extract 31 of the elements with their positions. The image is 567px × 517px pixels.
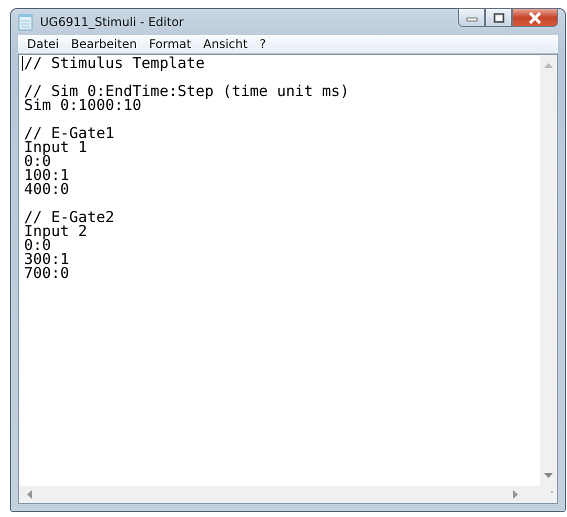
notepad-icon (18, 13, 34, 31)
menu-item[interactable]: Ansicht (198, 37, 253, 51)
text-line: // Stimulus Template (24, 56, 205, 70)
text-line: Sim 0:1000:10 (24, 98, 142, 112)
maximize-button[interactable] (485, 8, 512, 27)
menu-item[interactable]: Format (144, 37, 196, 51)
maximize-icon (492, 12, 504, 22)
vertical-scrollbar[interactable] (540, 55, 557, 486)
text-line: Input 2 (24, 224, 88, 238)
text-line: 100:1 (24, 168, 70, 182)
text-line: 700:0 (24, 266, 70, 280)
text-line: 0:0 (24, 238, 52, 252)
scroll-down-icon[interactable] (544, 473, 553, 478)
text-line: 400:0 (24, 182, 70, 196)
menu-item[interactable]: Bearbeiten (66, 37, 142, 51)
menu-item[interactable]: Datei (22, 37, 64, 51)
scroll-left-icon[interactable] (27, 490, 32, 499)
text-line: Input 1 (24, 140, 88, 154)
text-line: // E-Gate2 (24, 210, 114, 224)
scroll-right-icon[interactable] (513, 490, 518, 499)
scroll-up-icon[interactable] (544, 63, 553, 68)
text-line: 300:1 (24, 252, 70, 266)
text-cursor (22, 56, 23, 71)
close-button[interactable] (512, 8, 558, 27)
text-line: 0:0 (24, 154, 52, 168)
close-icon (528, 12, 542, 24)
minimize-button[interactable] (458, 8, 485, 27)
text-line: // E-Gate1 (24, 126, 114, 140)
menu-item[interactable]: ? (254, 37, 271, 51)
text-line: // Sim 0:EndTime:Step (time unit ms) (24, 84, 350, 98)
window-title: UG6911_Stimuli - Editor (40, 15, 184, 29)
